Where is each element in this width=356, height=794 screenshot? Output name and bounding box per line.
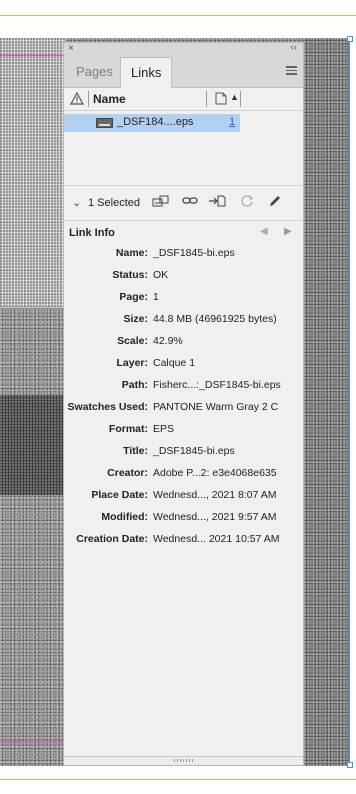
info-value: Wednesd... 2021 10:57 AM: [153, 533, 280, 545]
info-label: Name:: [115, 247, 148, 259]
info-row-layer: Layer: Calque 1: [64, 355, 303, 377]
go-to-link-icon[interactable]: [208, 194, 226, 211]
info-value: OK: [153, 269, 169, 281]
info-value: 1: [153, 291, 159, 303]
show-hide-link-info-icon[interactable]: [152, 194, 170, 211]
selected-count: 1 Selected: [88, 197, 140, 209]
info-row-creation-date: Creation Date: Wednesd... 2021 10:57 AM: [64, 531, 303, 553]
info-row-page: Page: 1: [64, 289, 303, 311]
info-label: Layer:: [116, 357, 148, 369]
info-value: 44.8 MB (46961925 bytes): [153, 313, 277, 325]
document-image-right-area: [304, 38, 350, 766]
frame-handle-top[interactable]: [347, 36, 353, 42]
info-label: Swatches Used:: [67, 401, 148, 413]
sort-ascending-icon[interactable]: ▲: [230, 92, 239, 102]
collapse-icon[interactable]: ‹‹: [290, 42, 297, 53]
links-panel: × ‹‹ Pages Links Name ▲ _DSF184....eps 1…: [63, 42, 304, 766]
name-column-header[interactable]: Name: [93, 92, 126, 106]
close-icon[interactable]: ×: [68, 43, 74, 54]
tab-links[interactable]: Links: [120, 57, 173, 89]
link-info-header[interactable]: Link Info ◀ ▶: [64, 221, 303, 245]
info-value: Wednesd..., 2021 9:57 AM: [153, 511, 277, 523]
links-list: _DSF184....eps 1: [64, 111, 303, 186]
panel-resize-grip[interactable]: [64, 756, 303, 765]
tab-pages[interactable]: Pages: [66, 57, 123, 87]
info-row-creator: Creator: Adobe P...2: e3e4068e635: [64, 465, 303, 487]
link-row[interactable]: _DSF184....eps 1: [64, 114, 240, 132]
links-column-header: Name ▲: [64, 88, 303, 111]
link-info-list: Name: _DSF1845-bi.eps Status: OK Page: 1…: [64, 245, 303, 553]
next-link-icon[interactable]: ▶: [284, 226, 292, 237]
page-column-icon[interactable]: [215, 92, 227, 108]
info-label: Format:: [108, 423, 148, 435]
update-link-icon[interactable]: [240, 194, 254, 211]
info-row-path: Path: Fisherc...:_DSF1845-bi.eps: [64, 377, 303, 399]
info-row-swatches: Swatches Used: PANTONE Warm Gray 2 C: [64, 399, 303, 421]
bleed-guide-bottom: [0, 741, 64, 742]
edit-original-icon[interactable]: [268, 194, 282, 211]
frame-edge[interactable]: [349, 38, 350, 766]
frame-handle-bottom[interactable]: [347, 762, 353, 768]
info-label: Scale:: [117, 335, 148, 347]
document-image-dark-area: [0, 395, 66, 495]
info-label: Place Date:: [91, 489, 148, 501]
margin-guide-top: [0, 15, 356, 16]
info-label: Status:: [112, 269, 148, 281]
bleed-guide-top: [0, 55, 64, 56]
column-separator[interactable]: [88, 91, 89, 107]
info-row-status: Status: OK: [64, 267, 303, 289]
info-value: _DSF1845-bi.eps: [153, 247, 235, 259]
info-value: Wednesd..., 2021 8:07 AM: [153, 489, 277, 501]
info-row-title: Title: _DSF1845-bi.eps: [64, 443, 303, 465]
margin-guide-bottom: [0, 779, 356, 780]
info-value: 42.9%: [153, 335, 183, 347]
info-value: _DSF1845-bi.eps: [153, 445, 235, 457]
panel-titlebar[interactable]: × ‹‹: [64, 42, 303, 57]
relink-icon[interactable]: [182, 194, 198, 211]
info-label: Page:: [119, 291, 148, 303]
info-value: Calque 1: [153, 357, 196, 369]
previous-link-icon[interactable]: ◀: [260, 226, 268, 237]
info-label: Path:: [121, 379, 148, 391]
info-row-modified: Modified: Wednesd..., 2021 9:57 AM: [64, 509, 303, 531]
link-name: _DSF184....eps: [117, 116, 194, 128]
info-value: EPS: [153, 423, 175, 435]
info-row-name: Name: _DSF1845-bi.eps: [64, 245, 303, 267]
panel-tabs: Pages Links: [64, 57, 303, 89]
info-row-format: Format: EPS: [64, 421, 303, 443]
info-label: Creation Date:: [76, 533, 148, 545]
image-thumbnail-icon: [96, 118, 113, 128]
link-page-number[interactable]: 1: [229, 116, 235, 128]
info-row-size: Size: 44.8 MB (46961925 bytes): [64, 311, 303, 333]
info-label: Size:: [123, 313, 148, 325]
column-separator[interactable]: [240, 91, 241, 107]
column-separator[interactable]: [206, 91, 207, 107]
link-info-title: Link Info: [69, 227, 115, 239]
panel-menu-icon[interactable]: [286, 66, 297, 77]
info-value: Fisherc...:_DSF1845-bi.eps: [153, 379, 281, 391]
info-label: Modified:: [101, 511, 148, 523]
info-label: Title:: [123, 445, 148, 457]
info-row-place-date: Place Date: Wednesd..., 2021 8:07 AM: [64, 487, 303, 509]
document-image-light-area: [0, 38, 66, 308]
links-toolbar: ⌄ 1 Selected: [64, 186, 303, 221]
info-value: Adobe P...2: e3e4068e635: [153, 467, 277, 479]
chevron-down-icon[interactable]: ⌄: [72, 196, 81, 209]
warning-icon[interactable]: [69, 91, 85, 108]
info-row-scale: Scale: 42.9%: [64, 333, 303, 355]
info-label: Creator:: [107, 467, 148, 479]
info-value: PANTONE Warm Gray 2 C: [153, 401, 279, 413]
